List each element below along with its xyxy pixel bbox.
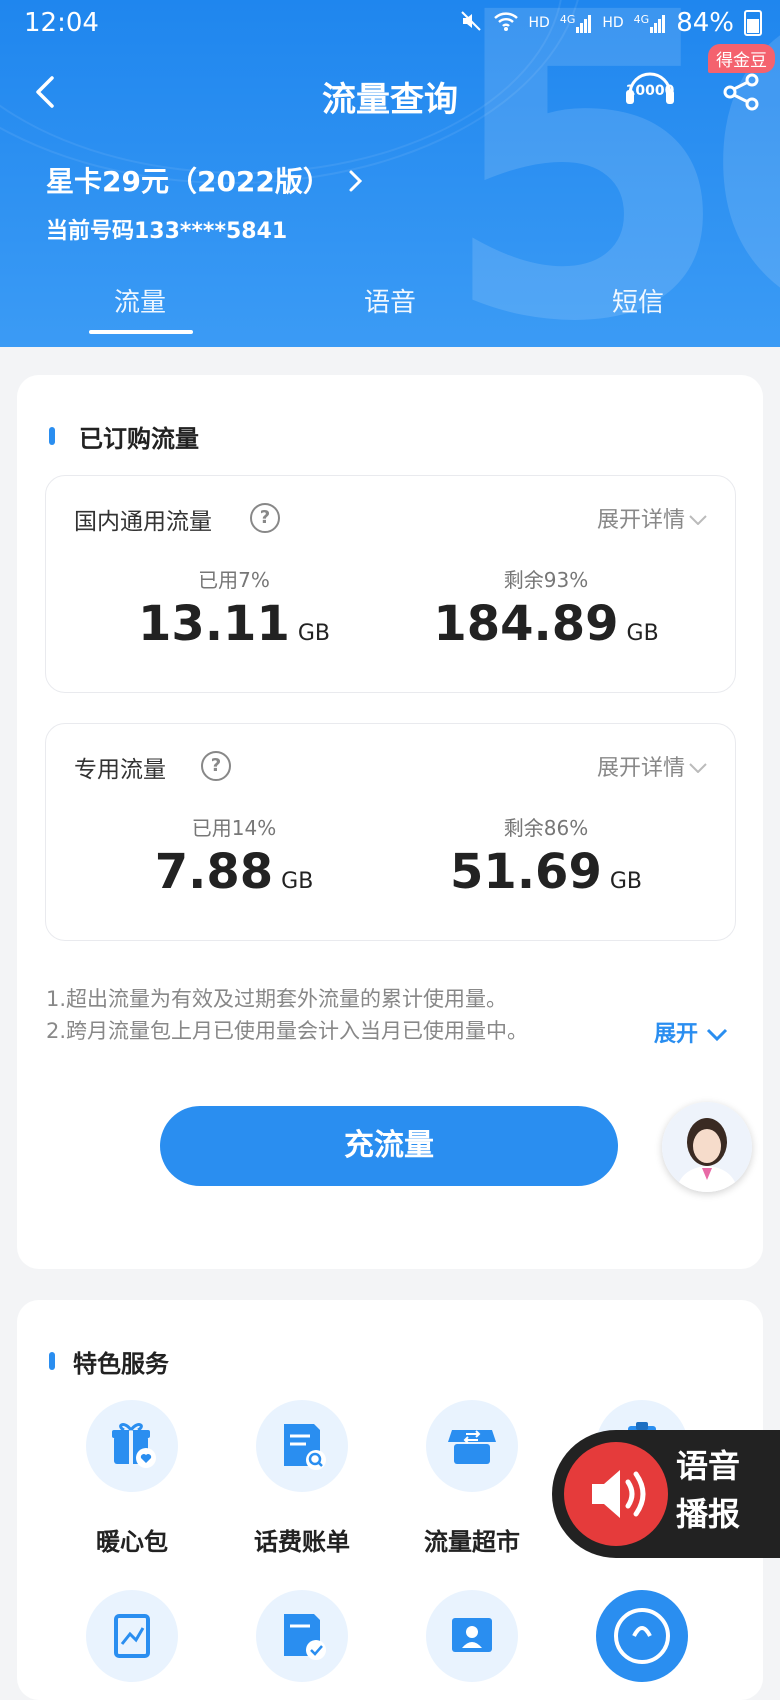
- service-item[interactable]: [557, 1590, 727, 1682]
- battery-percent: 84%: [676, 8, 734, 38]
- speaker-icon: [564, 1442, 668, 1546]
- remaining-value: 184.89 GB: [433, 596, 659, 652]
- document-check-icon: [256, 1590, 348, 1682]
- support-icon: [596, 1590, 688, 1682]
- expand-details-button[interactable]: 展开详情: [597, 502, 685, 534]
- used-value: 7.88 GB: [154, 844, 314, 900]
- service-item[interactable]: [217, 1590, 387, 1682]
- voice-broadcast-label: 语音 播报: [676, 1447, 741, 1533]
- tab-bar: 流量 语音 短信: [0, 282, 780, 334]
- section-marker: [49, 1352, 55, 1370]
- service-number: 10000: [625, 83, 675, 99]
- notes-expand-button[interactable]: 展开: [654, 1016, 728, 1048]
- service-item[interactable]: [387, 1590, 557, 1682]
- tab-voice[interactable]: 语音: [364, 282, 416, 319]
- dedicated-data-title: 专用流量: [74, 757, 166, 783]
- help-icon[interactable]: ?: [250, 503, 280, 533]
- dedicated-data-panel: 专用流量 ? 展开详情 已用14% 7.88 GB 剩余86% 51.69 GB: [45, 723, 736, 941]
- tab-data[interactable]: 流量: [114, 282, 166, 319]
- trend-chart-icon: [86, 1590, 178, 1682]
- service-data-store[interactable]: 流量超市: [387, 1400, 557, 1557]
- note-line: 1.超出流量为有效及过期套外流量的累计使用量。: [46, 987, 508, 1011]
- used-percent-label: 已用14%: [191, 816, 277, 840]
- domestic-data-title: 国内通用流量: [74, 509, 212, 535]
- chevron-down-icon: [689, 510, 707, 526]
- plan-name[interactable]: 星卡29元（2022版）: [46, 160, 365, 200]
- status-bar: 12:04 HD 4G HD 4G 84%: [0, 0, 780, 52]
- status-time: 12:04: [24, 8, 99, 38]
- gift-heart-icon: [86, 1400, 178, 1492]
- help-icon[interactable]: ?: [201, 751, 231, 781]
- phone-number: 当前号码133****5841: [46, 219, 288, 244]
- customer-service-icon[interactable]: 10000: [622, 68, 678, 116]
- service-label: 话费账单: [254, 1528, 350, 1556]
- used-percent-label: 已用7%: [198, 568, 270, 592]
- section-title: 已订购流量: [79, 425, 199, 453]
- tab-sms[interactable]: 短信: [612, 282, 664, 319]
- service-label: 流量超市: [424, 1528, 520, 1556]
- section-marker: [49, 427, 55, 445]
- chevron-down-icon: [689, 758, 707, 774]
- bill-search-icon: [256, 1400, 348, 1492]
- signal-icon: 4G: [560, 13, 593, 33]
- battery-icon: [744, 10, 762, 36]
- voice-broadcast-button[interactable]: 语音 播报: [552, 1430, 780, 1558]
- note-line: 2.跨月流量包上月已使用量会计入当月已使用量中。: [46, 1019, 529, 1043]
- service-item[interactable]: [47, 1590, 217, 1682]
- domestic-data-panel: 国内通用流量 ? 展开详情 已用7% 13.11 GB 剩余93% 184.89 G…: [45, 475, 736, 693]
- section-title: 特色服务: [73, 1350, 169, 1378]
- service-label: 暖心包: [96, 1528, 168, 1556]
- store-icon: [426, 1400, 518, 1492]
- status-icons: HD 4G HD 4G 84%: [459, 8, 762, 38]
- header: 5G 12:04 HD 4G HD 4G 84% 流量查询: [0, 0, 780, 347]
- expand-details-button[interactable]: 展开详情: [597, 750, 685, 782]
- service-warm-pack[interactable]: 暖心包: [47, 1400, 217, 1557]
- gold-bean-badge[interactable]: 得金豆: [708, 44, 775, 73]
- used-value: 13.11 GB: [138, 596, 330, 652]
- mute-icon: [459, 9, 483, 37]
- chevron-right-icon: [345, 167, 365, 200]
- network-label: HD: [528, 15, 550, 31]
- tab-indicator: [89, 330, 193, 334]
- remaining-percent-label: 剩余86%: [503, 816, 589, 840]
- contact-card-icon: [426, 1590, 518, 1682]
- remaining-value: 51.69 GB: [450, 844, 642, 900]
- signal-icon: 4G: [634, 13, 667, 33]
- chevron-down-icon: [706, 1023, 728, 1048]
- assistant-avatar[interactable]: [662, 1102, 752, 1192]
- share-icon[interactable]: [722, 72, 762, 112]
- service-bill[interactable]: 话费账单: [217, 1400, 387, 1557]
- network-label: HD: [602, 15, 624, 31]
- recharge-data-button[interactable]: 充流量: [160, 1106, 618, 1186]
- remaining-percent-label: 剩余93%: [503, 568, 589, 592]
- wifi-icon: [493, 10, 519, 36]
